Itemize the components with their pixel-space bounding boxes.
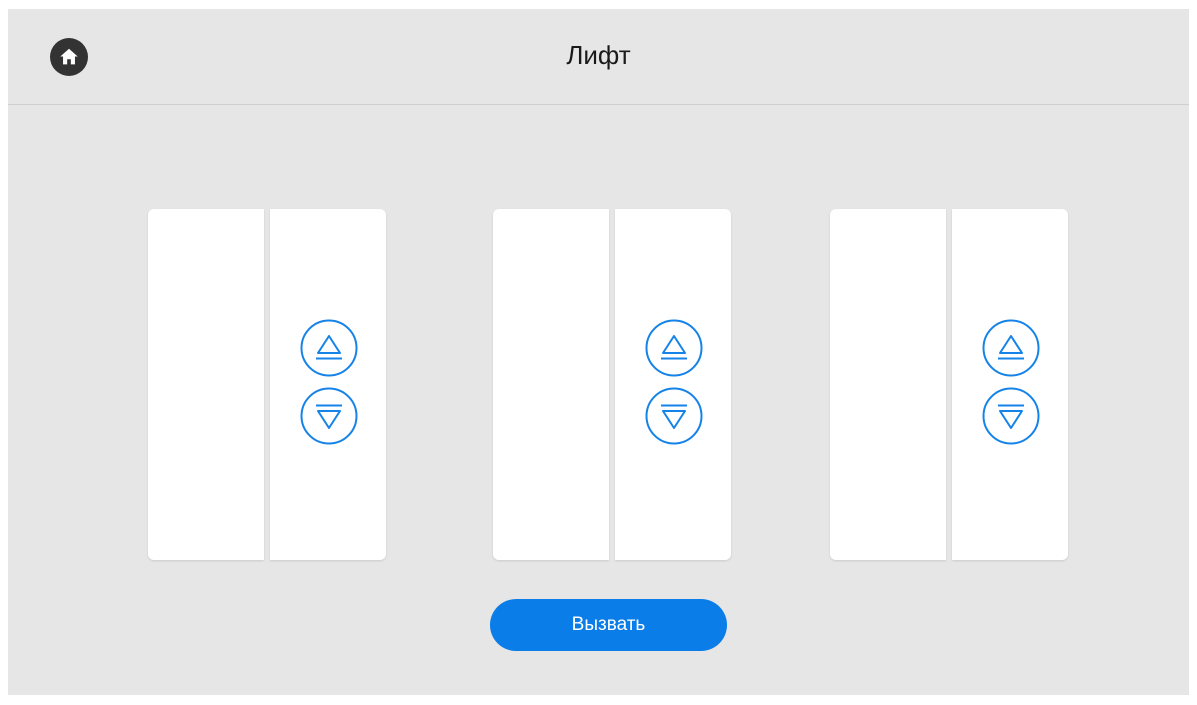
elevator-door-right <box>270 209 386 560</box>
elevator-door-left <box>493 209 609 560</box>
elevator-panel-2 <box>493 209 731 560</box>
elevator-panel-1 <box>148 209 386 560</box>
up-arrow-icon[interactable] <box>982 319 1040 377</box>
elevator-door-left <box>148 209 264 560</box>
elevator-panel-3 <box>830 209 1068 560</box>
down-arrow-icon[interactable] <box>300 387 358 445</box>
call-button[interactable]: Вызвать <box>490 599 727 651</box>
up-arrow-icon[interactable] <box>300 319 358 377</box>
up-arrow-icon[interactable] <box>645 319 703 377</box>
elevator-door-left <box>830 209 946 560</box>
down-arrow-icon[interactable] <box>645 387 703 445</box>
down-arrow-icon[interactable] <box>982 387 1040 445</box>
page-title: Лифт <box>566 40 631 70</box>
elevator-door-right <box>615 209 731 560</box>
elevator-door-right <box>952 209 1068 560</box>
elevator-screen: Лифт Вызвать <box>8 9 1189 695</box>
header: Лифт <box>8 9 1189 105</box>
